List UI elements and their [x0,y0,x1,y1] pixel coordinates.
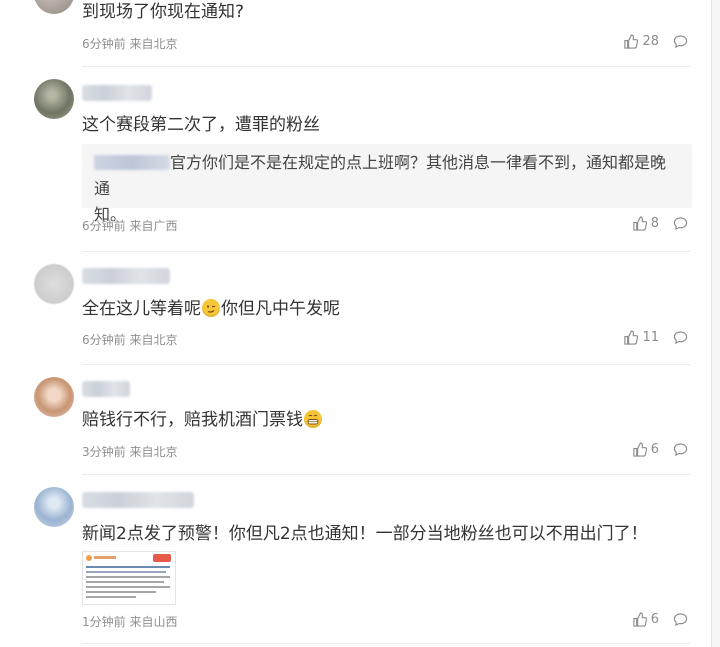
comment-time: 6分钟前 [82,333,126,347]
comment-item: 赔钱行不行，赔我机酒门票钱 3分钟前 来自北京 6 [0,365,712,474]
comment-time: 6分钟前 [82,219,126,233]
avatar[interactable] [34,487,74,527]
username-blurred[interactable] [82,381,130,397]
comment-bubble-icon[interactable] [673,612,688,627]
comment-location: 来自北京 [129,37,178,51]
thumb-up-icon [633,612,647,627]
comment-location: 来自广西 [129,219,178,233]
comment-item: 这个赛段第二次了，遭罪的粉丝 官方你们是不是在规定的点上班啊？其他消息一律看不到… [0,67,712,251]
comment-meta: 1分钟前 来自山西 [82,613,177,630]
comment-time: 3分钟前 [82,445,126,459]
comment-item: 全在这儿等着呢 你但凡中午发呢 6分钟前 来自北京 11 [0,252,712,364]
thumb-up-icon [624,330,639,345]
comment-item: 新闻2点发了预警！你但凡2点也通知！一部分当地粉丝也可以不用出门了！ 1分钟前 … [0,475,712,647]
like-button[interactable]: 6 [632,442,659,457]
avatar[interactable] [34,0,74,14]
comment-location: 来自北京 [129,445,178,459]
username-blurred[interactable] [82,268,170,284]
comment-location: 来自北京 [129,333,178,347]
comment-text-part: 赔钱行不行，赔我机酒门票钱 [82,410,303,430]
smirk-emoji [202,299,220,317]
comment-location: 来自山西 [129,615,178,629]
news-screenshot-image [86,554,171,598]
avatar[interactable] [34,264,74,304]
username-blurred[interactable] [82,492,194,508]
divider [82,643,691,644]
comment-actions: 11 [623,330,688,345]
quoted-username-blurred [94,155,170,170]
comment-text: 全在这儿等着呢 你但凡中午发呢 [82,297,340,321]
comment-text-part: 全在这儿等着呢 [82,299,201,319]
avatar[interactable] [34,79,74,119]
comment-text-part: 你但凡中午发呢 [221,299,340,319]
comment-meta: 3分钟前 来自北京 [82,443,177,460]
like-button[interactable]: 11 [623,330,659,345]
comment-text: 赔钱行不行，赔我机酒门票钱 [82,408,323,432]
thumb-up-icon [624,34,639,49]
like-count: 28 [642,34,659,49]
like-button[interactable]: 8 [632,216,659,231]
quoted-text: 官方你们是不是在规定的点上班啊？其他消息一律看不到，通知都是晚通 [94,153,667,198]
comment-bubble-icon[interactable] [673,442,688,457]
grin-emoji [304,410,322,428]
comment-bubble-icon[interactable] [673,34,688,49]
quoted-reply[interactable]: 官方你们是不是在规定的点上班啊？其他消息一律看不到，通知都是晚通 知。 [82,144,692,224]
comment-meta: 6分钟前 来自广西 [82,217,177,234]
thumb-up-icon [633,442,647,457]
like-button[interactable]: 28 [623,34,659,49]
avatar[interactable] [34,377,74,417]
comment-bubble-icon[interactable] [673,330,688,345]
scrollbar-track[interactable] [712,0,720,647]
comment-panel: 到现场了你现在通知? 6分钟前 来自北京 28 这个赛段第二次了，遭罪的粉丝 官… [0,0,712,647]
attached-image[interactable] [82,551,176,605]
comment-time: 6分钟前 [82,37,126,51]
like-count: 8 [650,216,659,231]
like-count: 11 [642,330,659,345]
comment-meta: 6分钟前 来自北京 [82,331,177,348]
comment-text: 这个赛段第二次了，遭罪的粉丝 [82,115,320,135]
like-count: 6 [650,612,659,627]
comment-time: 1分钟前 [82,615,126,629]
username-blurred[interactable] [82,85,152,101]
like-count: 6 [650,442,659,457]
comment-actions: 8 [632,216,688,231]
comment-item: 到现场了你现在通知? 6分钟前 来自北京 28 [0,0,712,66]
comment-actions: 6 [632,612,688,627]
comment-bubble-icon[interactable] [673,216,688,231]
thumb-up-icon [633,216,647,231]
comment-text: 新闻2点发了预警！你但凡2点也通知！一部分当地粉丝也可以不用出门了！ [82,524,648,544]
comment-actions: 28 [623,34,688,49]
comment-text: 到现场了你现在通知? [82,2,245,22]
comment-meta: 6分钟前 来自北京 [82,35,177,52]
comment-actions: 6 [632,442,688,457]
like-button[interactable]: 6 [632,612,659,627]
